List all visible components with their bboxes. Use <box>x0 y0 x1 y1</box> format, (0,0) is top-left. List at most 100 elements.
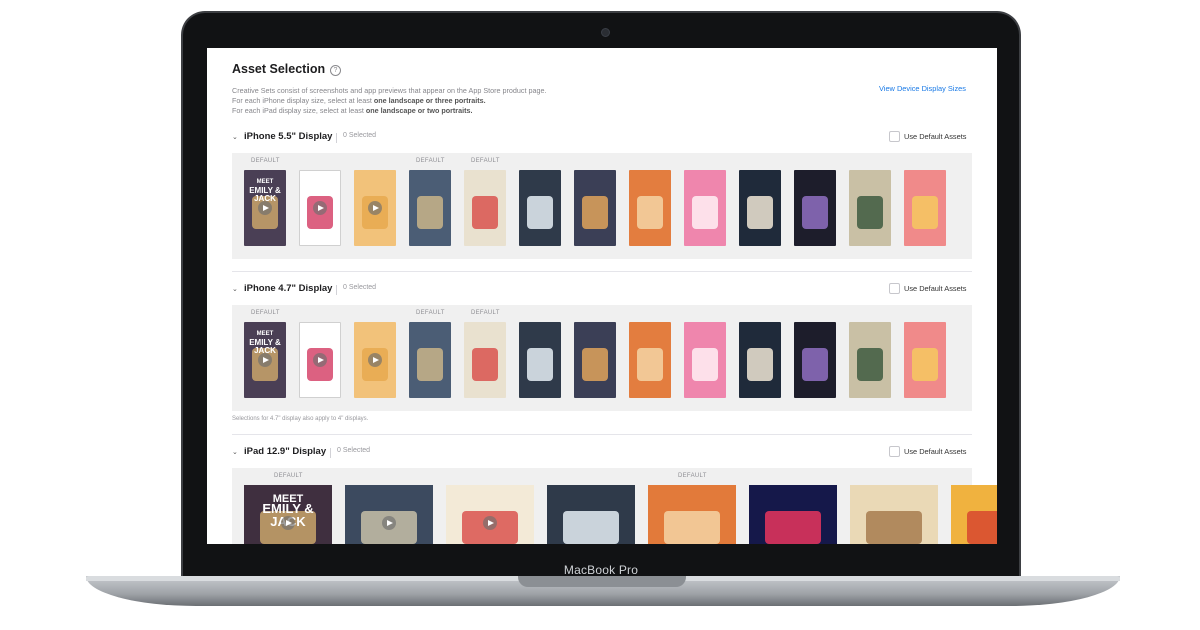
asset-thumbnail[interactable] <box>464 322 506 398</box>
thumbnail-art <box>865 510 923 544</box>
asset-thumbnail[interactable] <box>684 322 726 398</box>
use-default-assets-checkbox[interactable] <box>889 131 900 142</box>
asset-thumbnail[interactable] <box>354 322 396 398</box>
play-icon[interactable] <box>258 353 272 367</box>
asset-thumbnail[interactable] <box>519 170 561 246</box>
asset-thumbnail[interactable] <box>345 485 433 544</box>
thumbnail-art <box>911 195 939 230</box>
play-icon[interactable] <box>313 201 327 215</box>
default-tag: DEFAULT <box>678 473 707 479</box>
description-line-1: Creative Sets consist of screenshots and… <box>232 86 547 95</box>
play-icon[interactable] <box>368 201 382 215</box>
asset-tray-iphone-47: DEFAULT MEET EMILY & JACK DEFAULT DEFAULT <box>232 305 972 411</box>
asset-thumbnail[interactable] <box>409 170 451 246</box>
default-tag: DEFAULT <box>471 158 500 164</box>
device-brand-label: MacBook Pro <box>563 563 639 577</box>
asset-thumbnail[interactable]: MEETEMILY & JACK <box>244 322 286 398</box>
use-default-assets-checkbox[interactable] <box>889 446 900 457</box>
asset-thumbnail[interactable]: MEETEMILY & JACK <box>244 170 286 246</box>
asset-thumbnail[interactable] <box>354 170 396 246</box>
artwork-title-meet: MEET <box>256 179 274 186</box>
asset-thumbnail[interactable] <box>794 170 836 246</box>
chevron-down-icon[interactable]: ⌄ <box>232 448 238 456</box>
play-icon[interactable] <box>258 201 272 215</box>
asset-thumbnail[interactable] <box>850 485 938 544</box>
use-default-assets-label: Use Default Assets <box>904 132 967 141</box>
asset-thumbnail[interactable] <box>951 485 997 544</box>
asset-thumbnail[interactable] <box>547 485 635 544</box>
asset-thumbnail[interactable] <box>749 485 837 544</box>
thumbnail-art <box>801 195 829 230</box>
chevron-down-icon[interactable]: ⌄ <box>232 133 238 141</box>
asset-thumbnail[interactable] <box>629 322 671 398</box>
thumbnail-art <box>471 347 499 382</box>
divider <box>336 285 337 295</box>
artwork-title-meet: MEET <box>256 331 274 338</box>
asset-thumbnail[interactable] <box>464 170 506 246</box>
asset-thumbnail[interactable] <box>446 485 534 544</box>
asset-thumbnail[interactable] <box>904 170 946 246</box>
section-title[interactable]: iPad 12.9" Display <box>244 446 326 457</box>
section-divider <box>232 434 972 435</box>
asset-thumbnail[interactable] <box>794 322 836 398</box>
thumbnail-art <box>746 195 774 230</box>
asset-thumbnail[interactable] <box>629 170 671 246</box>
section-title[interactable]: iPhone 5.5" Display <box>244 131 332 142</box>
thumbnail-art <box>663 510 721 544</box>
asset-thumbnail[interactable] <box>648 485 736 544</box>
asset-thumbnail[interactable] <box>574 170 616 246</box>
selected-count: 0 Selected <box>343 284 377 291</box>
view-display-sizes-link[interactable]: View Device Display Sizes <box>879 84 966 93</box>
use-default-assets-checkbox[interactable] <box>889 283 900 294</box>
default-tag: DEFAULT <box>251 310 280 316</box>
thumbnail-art <box>581 347 609 382</box>
description-line-2: For each iPhone display size, select at … <box>232 96 486 105</box>
thumbnail-art <box>526 195 554 230</box>
divider <box>330 448 331 458</box>
display-note: Selections for 4.7" display also apply t… <box>232 416 369 422</box>
use-default-assets-label: Use Default Assets <box>904 284 967 293</box>
play-icon[interactable] <box>313 353 327 367</box>
play-icon[interactable] <box>368 353 382 367</box>
chevron-down-icon[interactable]: ⌄ <box>232 285 238 293</box>
default-tag: DEFAULT <box>274 473 303 479</box>
asset-tray-iphone-55: DEFAULT MEET EMILY & JACK DEFAULT DEFAULT <box>232 153 972 259</box>
section-divider <box>232 271 972 272</box>
thumbnail-art <box>526 347 554 382</box>
asset-thumbnail[interactable] <box>519 322 561 398</box>
description-line-3: For each iPad display size, select at le… <box>232 106 473 115</box>
selected-count: 0 Selected <box>343 132 377 139</box>
section-header-iphone-55: ⌄ iPhone 5.5" Display 0 Selected Use Def… <box>232 131 972 145</box>
thumbnail-art <box>416 195 444 230</box>
thumbnail-art <box>856 195 884 230</box>
asset-thumbnail[interactable] <box>299 322 341 398</box>
thumbnail-art <box>691 347 719 382</box>
asset-thumbnail[interactable] <box>409 322 451 398</box>
asset-thumbnail[interactable] <box>574 322 616 398</box>
asset-thumbnail[interactable]: MEETEMILY & JACK <box>244 485 332 544</box>
play-icon[interactable] <box>281 516 295 530</box>
default-tag: DEFAULT <box>416 158 445 164</box>
selected-count: 0 Selected <box>337 447 371 454</box>
help-icon[interactable]: ? <box>330 65 341 76</box>
play-icon[interactable] <box>382 516 396 530</box>
section-header-ipad-129: ⌄ iPad 12.9" Display 0 Selected Use Defa… <box>232 446 972 460</box>
asset-thumbnail[interactable] <box>904 322 946 398</box>
asset-thumbnail[interactable] <box>684 170 726 246</box>
asset-thumbnail[interactable] <box>739 322 781 398</box>
thumbnail-art <box>416 347 444 382</box>
play-icon[interactable] <box>483 516 497 530</box>
thumbnail-art <box>562 510 620 544</box>
default-tag: DEFAULT <box>471 310 500 316</box>
asset-thumbnail[interactable] <box>739 170 781 246</box>
thumbnail-art <box>746 347 774 382</box>
asset-thumbnail[interactable] <box>849 322 891 398</box>
page-title: Asset Selection <box>232 62 326 76</box>
asset-thumbnail[interactable] <box>299 170 341 246</box>
asset-thumbnail[interactable] <box>849 170 891 246</box>
section-title[interactable]: iPhone 4.7" Display <box>244 283 332 294</box>
default-tag: DEFAULT <box>251 158 280 164</box>
thumbnail-art <box>581 195 609 230</box>
thumbnail-art <box>691 195 719 230</box>
thumbnail-art <box>966 510 997 544</box>
